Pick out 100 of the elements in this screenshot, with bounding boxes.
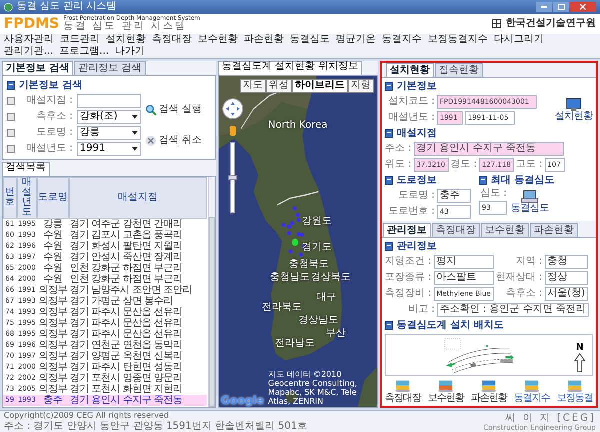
action-button[interactable]: 보수현황 [428,378,464,404]
copyright-text: Copyright(c)2009 CEG All rights reserved [4,411,170,421]
satellite-map-drawing[interactable] [219,76,377,407]
map-label: 경기도 [302,243,332,254]
field-label: 현재상태 : [496,273,543,283]
map-label: North Korea [268,120,328,131]
close-button[interactable] [570,2,596,12]
table-cell-text: 의정부 [38,384,68,395]
document-icon [7,81,15,90]
book-stack-icon [566,378,584,393]
minimize-button[interactable] [536,2,552,12]
tab[interactable]: 검색목록 [2,162,50,176]
action-button[interactable]: 동결지수 [514,378,550,404]
menu-item[interactable]: 보수현황 [198,34,238,46]
frost-depth-button[interactable]: 동결심도 [511,190,549,214]
checkbox[interactable] [7,113,15,121]
tab[interactable]: 관리정보 [383,223,431,237]
checkbox[interactable] [7,145,15,153]
column-header[interactable]: 번호 [3,177,17,219]
action-button[interactable]: 측정대장 [385,378,421,404]
input-field[interactable]: 아스팔트 [434,271,494,285]
input-field[interactable]: 충청 [544,255,588,269]
maximize-icon [558,4,564,10]
table-cell-text: 수원 [42,241,64,252]
input-field[interactable]: 평지 [434,255,494,269]
table-cell-text: 의정부 [38,373,68,384]
cancel-button[interactable]: 검색 취소 [145,134,202,146]
field-label: 지역 : [514,257,543,267]
scrollbar[interactable] [208,177,215,407]
table-cell: 경기 연천군 연천읍 동막리 [69,340,183,351]
column-header[interactable]: 매설지점 [69,177,207,219]
table-cell-text: 의정부 [38,318,68,329]
checkbox[interactable] [7,97,15,105]
dropdown[interactable]: 강릉 [77,126,141,140]
table-cell-text: 의정부 [38,307,68,318]
map-type-button[interactable]: 위성 [266,79,292,93]
table-cell: 경기 김포시 고촌읍 풍곡리 [69,230,183,241]
tab[interactable]: 측정대장 [432,223,480,237]
menu-item[interactable]: 파손현황 [244,34,284,46]
input-field[interactable]: 경기 용인시 수지구 죽전동 [414,142,564,156]
menu-item[interactable]: 평균기온 [336,34,376,46]
field-label: 측후소 : [504,289,543,299]
tab[interactable]: 기본정보 검색 [2,61,74,75]
north-label: N [576,344,584,353]
table-cell: 경기 파주시 문산읍 선유리 [69,307,183,318]
action-button[interactable]: 파손현황 [471,378,507,404]
document-icon [385,82,393,91]
map-label: 대구 [316,292,336,303]
menu-item[interactable]: 보정동결지수 [428,34,488,46]
field-label: 측정장비 : [385,289,432,299]
map-type-button[interactable]: 지도 [240,79,266,93]
tab[interactable]: 설치현황 [386,63,434,77]
table-cell-text: 의정부 [38,340,68,351]
menu-item[interactable]: 코드관리 [60,34,100,46]
table-cell-text: 수원 [42,230,64,241]
menu-item[interactable]: 동결지수 [382,34,422,46]
column-header[interactable]: 매설년도 [17,177,37,219]
table-cell-text: 의정부 [38,362,68,373]
caret-icon [132,115,138,119]
menu-item[interactable]: 측정대장 [152,34,192,46]
book-stack-icon [523,378,541,393]
table-cell: 경기 화성시 팔탄면 지월리 [69,241,183,252]
dropdown[interactable]: 1991 [77,142,141,156]
map-label: 전라남도 [274,339,315,350]
table-cell-text: 의정부 [38,285,68,296]
tab[interactable]: 파손현황 [530,223,578,237]
menu-item[interactable]: 관리기관... [4,46,54,58]
table-cell: 경기 가평군 상면 봉수리 [69,296,174,307]
action-button[interactable]: 보정동결 [557,378,593,404]
input-field[interactable]: 주소확인 : 용인군 수지면 죽전리 [437,303,590,317]
map-type-button[interactable]: 하이브리드 [292,79,348,93]
menu-item[interactable]: 사용자관리 [4,34,54,46]
tab[interactable]: 접속현황 [435,63,483,77]
field-label: 매설년도 : [25,144,73,154]
menu-item[interactable]: 동결심도 [290,34,330,46]
search-button[interactable]: 검색 실행 [145,104,202,116]
input-field[interactable]: 서울(청) [544,287,588,301]
menu-item[interactable]: 설치현황 [106,34,146,46]
tab[interactable]: 관리정보 검색 [74,61,146,75]
tab[interactable]: 동결심도계 설치현황 위치정보 [218,61,362,75]
table-cell: 경기 파주시 문산읍 선유리 [69,329,183,340]
window-title: 동결 심도 관리 시스템 [17,2,117,12]
checkbox[interactable] [7,129,15,137]
section-title: 도로정보 [397,176,437,186]
maximize-button[interactable] [553,2,569,12]
input-field[interactable]: 정상 [544,271,588,285]
menu-item[interactable]: 프로그램... [60,46,110,58]
tab[interactable]: 보수현황 [481,223,529,237]
install-status-button[interactable]: 설치현황 [555,98,593,122]
input-field[interactable] [77,94,141,108]
dropdown[interactable]: 강화(조) [77,110,141,124]
menu-item[interactable]: 나가기 [115,46,146,58]
menu-item[interactable]: 다시그리기 [494,34,544,46]
map-type-button[interactable]: 지형 [348,79,374,93]
map-label: 전라북도 [262,302,302,313]
column-header[interactable]: 도로명 [37,177,69,219]
table-cell: 경기 안성시 죽산면 장계리 [69,252,183,263]
input-field[interactable]: 충주 [437,189,471,203]
table-cell: 경기 용인시 수지구 죽전동 [69,395,183,406]
book-stack-icon [394,378,412,393]
